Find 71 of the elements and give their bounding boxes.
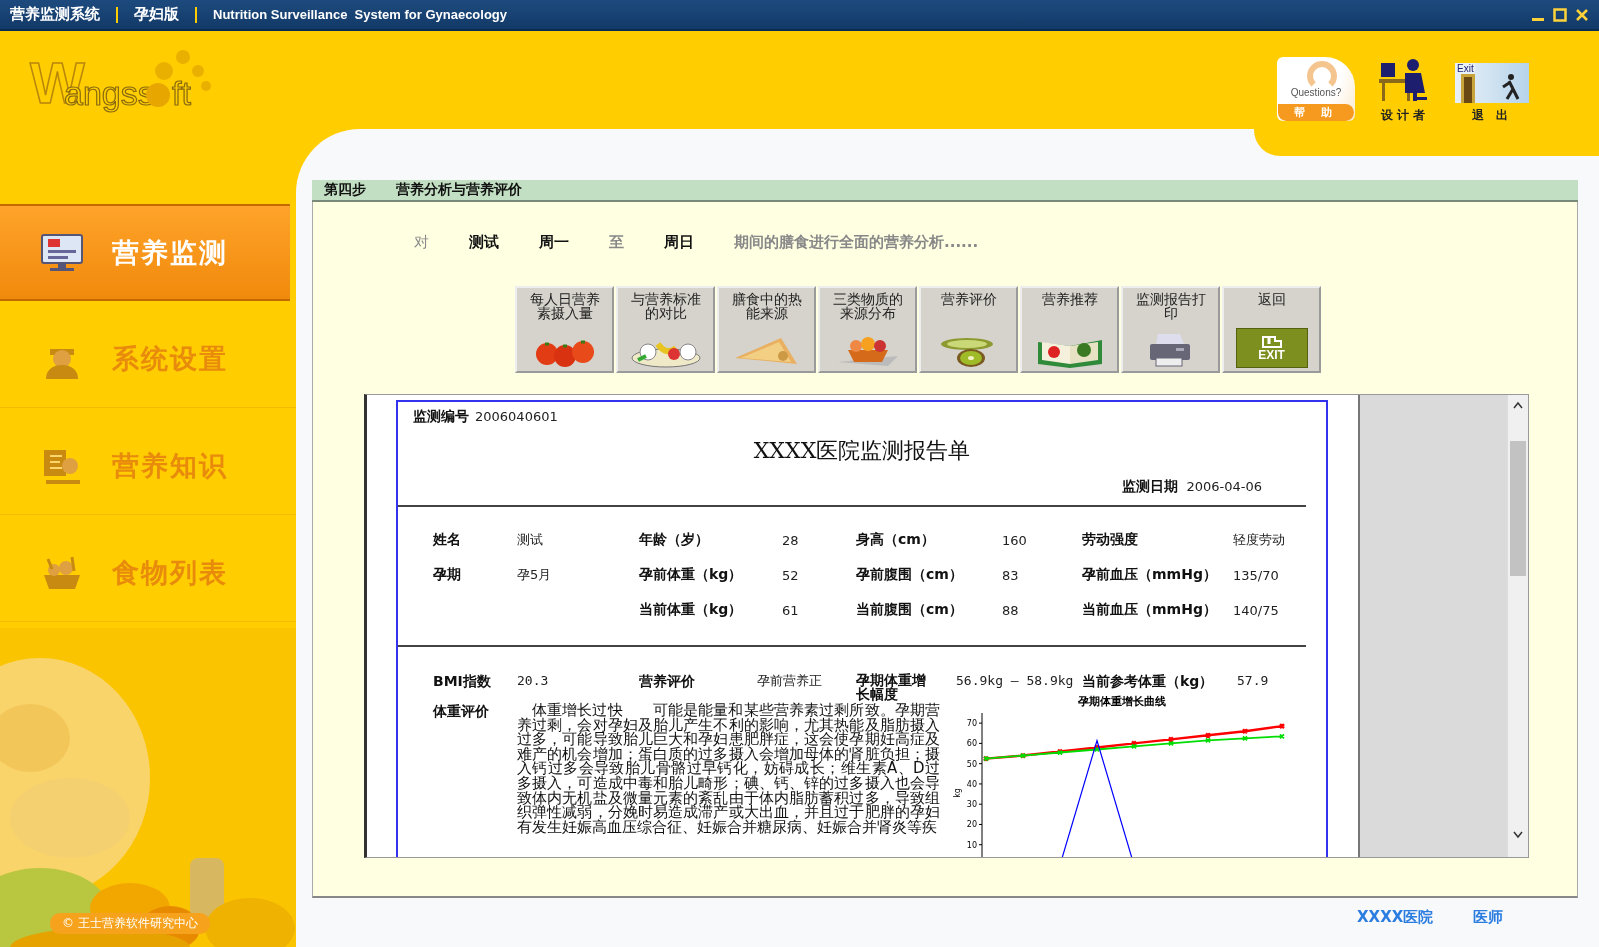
axis-label: kg <box>953 788 962 798</box>
evaluation-text: 体重增长过快 可能是能量和某些营养素过剩所致。孕期营养过剩，会对孕妇及胎儿产生不利的影响，尤其热能及脂肪摄入过多，可能导致胎儿巨大和孕妇患肥胖症，这会使孕期妊高症及难产的机会增加；蛋白质的过多摄入会增加母体的肾脏负担；摄入钙过多会导致胎儿骨骼过早钙化，妨碍成长；维生素A、D过多摄入，可造成中毒和胎儿畸形；碘、钙、锌的过多摄入也会导致体内无机盐及微量元素的紊乱由于体内脂肪蓄积过多，导致组织弹性减弱，分娩时易造成滞产或大出血，并且过于肥胖的孕妇有发生妊娠高血压综合征、妊娠合并糖尿病、妊娠合并肾炎等疾 <box>517 703 940 835</box>
tick-label: 60 <box>966 739 977 749</box>
field-label: 当前参考体重（kg） <box>1082 673 1215 689</box>
field-value: 52 <box>782 567 799 583</box>
field-label: BMI指数 <box>433 673 492 689</box>
help-button[interactable]: Questions? 帮 助 <box>1277 57 1355 121</box>
tick-label: 10 <box>966 840 977 850</box>
report-title: XXXX医院监测报告单 <box>752 437 972 465</box>
tick-label: 30 <box>966 800 977 810</box>
field-value: 160 <box>1002 532 1027 548</box>
field-label: 监测编号 <box>413 408 469 426</box>
intro-text: 期间的膳食进行全面的营养分析...... <box>734 232 979 252</box>
field-label: 年龄（岁） <box>639 531 710 549</box>
field-label: 体重评价 <box>433 703 490 721</box>
intro-text: 测试 <box>469 232 499 252</box>
field-value: 20.3 <box>517 673 550 689</box>
field-value: 孕5月 <box>517 566 552 584</box>
analysis-button[interactable]: 返回 EXIT <box>1222 286 1321 373</box>
chart-title: 孕期体重增长曲线 <box>1078 695 1166 708</box>
field-value: 135/70 <box>1233 567 1279 583</box>
tick-label: 20 <box>966 820 977 830</box>
field-value: 孕前营养正 <box>757 673 823 689</box>
field-label: 当前血压（mmHg） <box>1082 601 1218 619</box>
field-label: 孕期体重增长幅度 <box>856 673 926 701</box>
field-label: 当前体重（kg） <box>639 601 744 619</box>
tick-label: 70 <box>966 719 977 729</box>
footer-link[interactable]: XXXX医院 <box>1357 908 1434 927</box>
field-label: 营养评价 <box>639 673 696 689</box>
field-label: 孕前体重（kg） <box>639 566 744 584</box>
field-value: 2006040601 <box>475 409 558 424</box>
analysis-button[interactable]: 监测报告打印 <box>1121 286 1220 373</box>
field-value: 轻度劳动 <box>1233 531 1285 549</box>
step-title: 营养分析与营养评价 <box>396 181 522 199</box>
field-value: 28 <box>782 532 799 548</box>
copyright-badge: © 王士营养软件研究中心 <box>50 913 210 934</box>
window-title: 孕妇版 <box>134 5 179 24</box>
field-label: 监测日期 <box>1122 478 1179 496</box>
footer-link[interactable]: 医师 <box>1473 908 1504 927</box>
field-value: 56.9kg — 58.9kg <box>956 673 1075 689</box>
analysis-button[interactable]: 三类物质的来源分布 <box>818 286 917 373</box>
field-label: 当前腹围（cm） <box>856 601 964 619</box>
tick-label: 50 <box>966 759 977 769</box>
exit-sign-icon: EXIT <box>1235 328 1308 368</box>
intro-text: 周日 <box>664 232 694 252</box>
field-label: 孕期 <box>433 566 462 584</box>
field-value: 2006-04-06 <box>1186 479 1262 494</box>
window-title: Nutrition Surveillance System for Gynaecology <box>213 7 508 22</box>
field-label: 孕前腹围（cm） <box>856 566 964 584</box>
intro-text: 至 <box>609 232 624 252</box>
analysis-button[interactable]: 营养推荐 <box>1020 286 1119 373</box>
analysis-button[interactable]: 与营养标准的对比 <box>616 286 715 373</box>
intro-text: 对 <box>414 232 429 252</box>
field-label: 身高（cm） <box>856 531 936 549</box>
field-value: 140/75 <box>1233 602 1279 618</box>
designer-button[interactable]: 设计者 <box>1379 57 1431 124</box>
field-label: 姓名 <box>433 531 462 549</box>
field-value: 测试 <box>517 531 543 549</box>
intro-text: 周一 <box>539 232 569 252</box>
analysis-button[interactable]: 膳食中的热能来源 <box>717 286 816 373</box>
field-value: 57.9 <box>1237 673 1270 689</box>
field-value: 88 <box>1002 602 1019 618</box>
field-value: 83 <box>1002 567 1019 583</box>
field-label: 孕前血压（mmHg） <box>1082 566 1218 584</box>
window-title: 营养监测系统 <box>10 5 100 24</box>
tick-label: 40 <box>966 779 977 789</box>
analysis-button[interactable]: 营养评价 <box>919 286 1018 373</box>
step-number: 第四步 <box>324 181 366 199</box>
field-label: 劳动强度 <box>1082 531 1139 549</box>
field-value: 61 <box>782 602 799 618</box>
analysis-button[interactable]: 每人日营养素摄入量 <box>515 286 614 373</box>
